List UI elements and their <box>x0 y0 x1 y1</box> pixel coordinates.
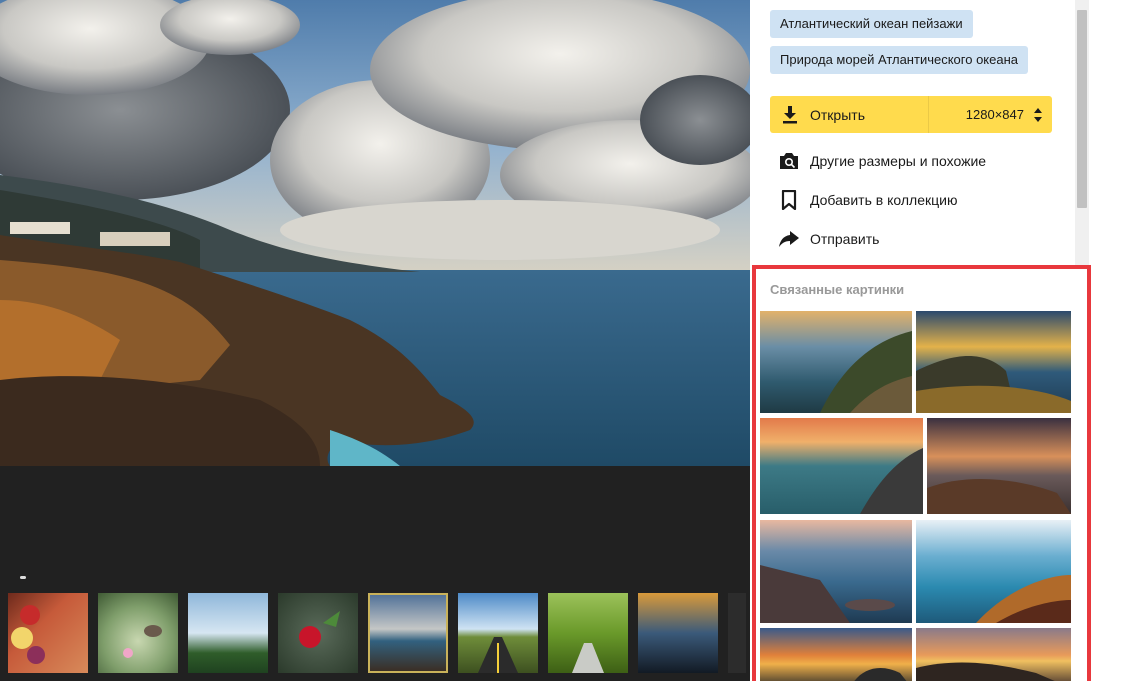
strip-thumb-coast-clouds[interactable] <box>368 593 448 673</box>
main-preview-image[interactable] <box>0 0 750 466</box>
related-image-7[interactable] <box>760 628 912 681</box>
add-to-collection-action[interactable]: Добавить в коллекцию <box>778 188 957 212</box>
related-image-4[interactable] <box>927 418 1071 514</box>
strip-indicator <box>20 576 26 579</box>
coastal-landscape-illustration <box>0 0 750 466</box>
related-image-8[interactable] <box>916 628 1071 681</box>
strip-thumb-bird[interactable] <box>98 593 178 673</box>
share-arrow-icon <box>779 231 799 247</box>
strip-thumb-rose[interactable] <box>278 593 358 673</box>
open-button-divider <box>928 96 929 133</box>
open-button-label: Открыть <box>810 106 865 123</box>
related-images-section: Связанные картинки <box>752 265 1091 681</box>
image-info-panel: Атлантический океан пейзажи Природа море… <box>750 0 1128 681</box>
related-images-title: Связанные картинки <box>770 282 905 297</box>
other-sizes-label: Другие размеры и похожие <box>810 153 987 169</box>
strip-thumb-fruits[interactable] <box>8 593 88 673</box>
updown-arrows-icon <box>1034 107 1042 122</box>
related-image-2[interactable] <box>916 311 1071 413</box>
scrollbar-thumb[interactable] <box>1077 10 1087 208</box>
add-to-collection-label: Добавить в коллекцию <box>810 192 958 208</box>
other-sizes-action[interactable]: Другие размеры и похожие <box>778 149 986 173</box>
strip-thumb-road[interactable] <box>458 593 538 673</box>
strip-thumb-tree-alley[interactable] <box>548 593 628 673</box>
share-action[interactable]: Отправить <box>778 227 879 251</box>
related-image-1[interactable] <box>760 311 912 413</box>
tag-atlantic-landscapes[interactable]: Атлантический океан пейзажи <box>770 10 973 38</box>
strip-thumb-sky-trees[interactable] <box>188 593 268 673</box>
related-image-3[interactable] <box>760 418 923 514</box>
camera-search-icon <box>780 153 798 169</box>
strip-thumb-rain-glass[interactable] <box>638 593 718 673</box>
related-image-6[interactable] <box>916 520 1071 623</box>
share-label: Отправить <box>810 231 880 247</box>
panel-scrollbar[interactable] <box>1075 0 1089 265</box>
size-select-value: 1280×847 <box>965 107 1024 122</box>
related-image-5[interactable] <box>760 520 912 623</box>
bookmark-icon <box>781 190 797 210</box>
size-select[interactable]: 1280×847 <box>966 107 1052 122</box>
tag-atlantic-nature[interactable]: Природа морей Атлантического океана <box>770 46 1028 74</box>
download-icon <box>770 105 810 124</box>
strip-thumb-partial[interactable] <box>728 593 746 673</box>
thumbnail-strip <box>8 593 746 673</box>
open-button[interactable]: Открыть 1280×847 <box>770 96 1052 133</box>
